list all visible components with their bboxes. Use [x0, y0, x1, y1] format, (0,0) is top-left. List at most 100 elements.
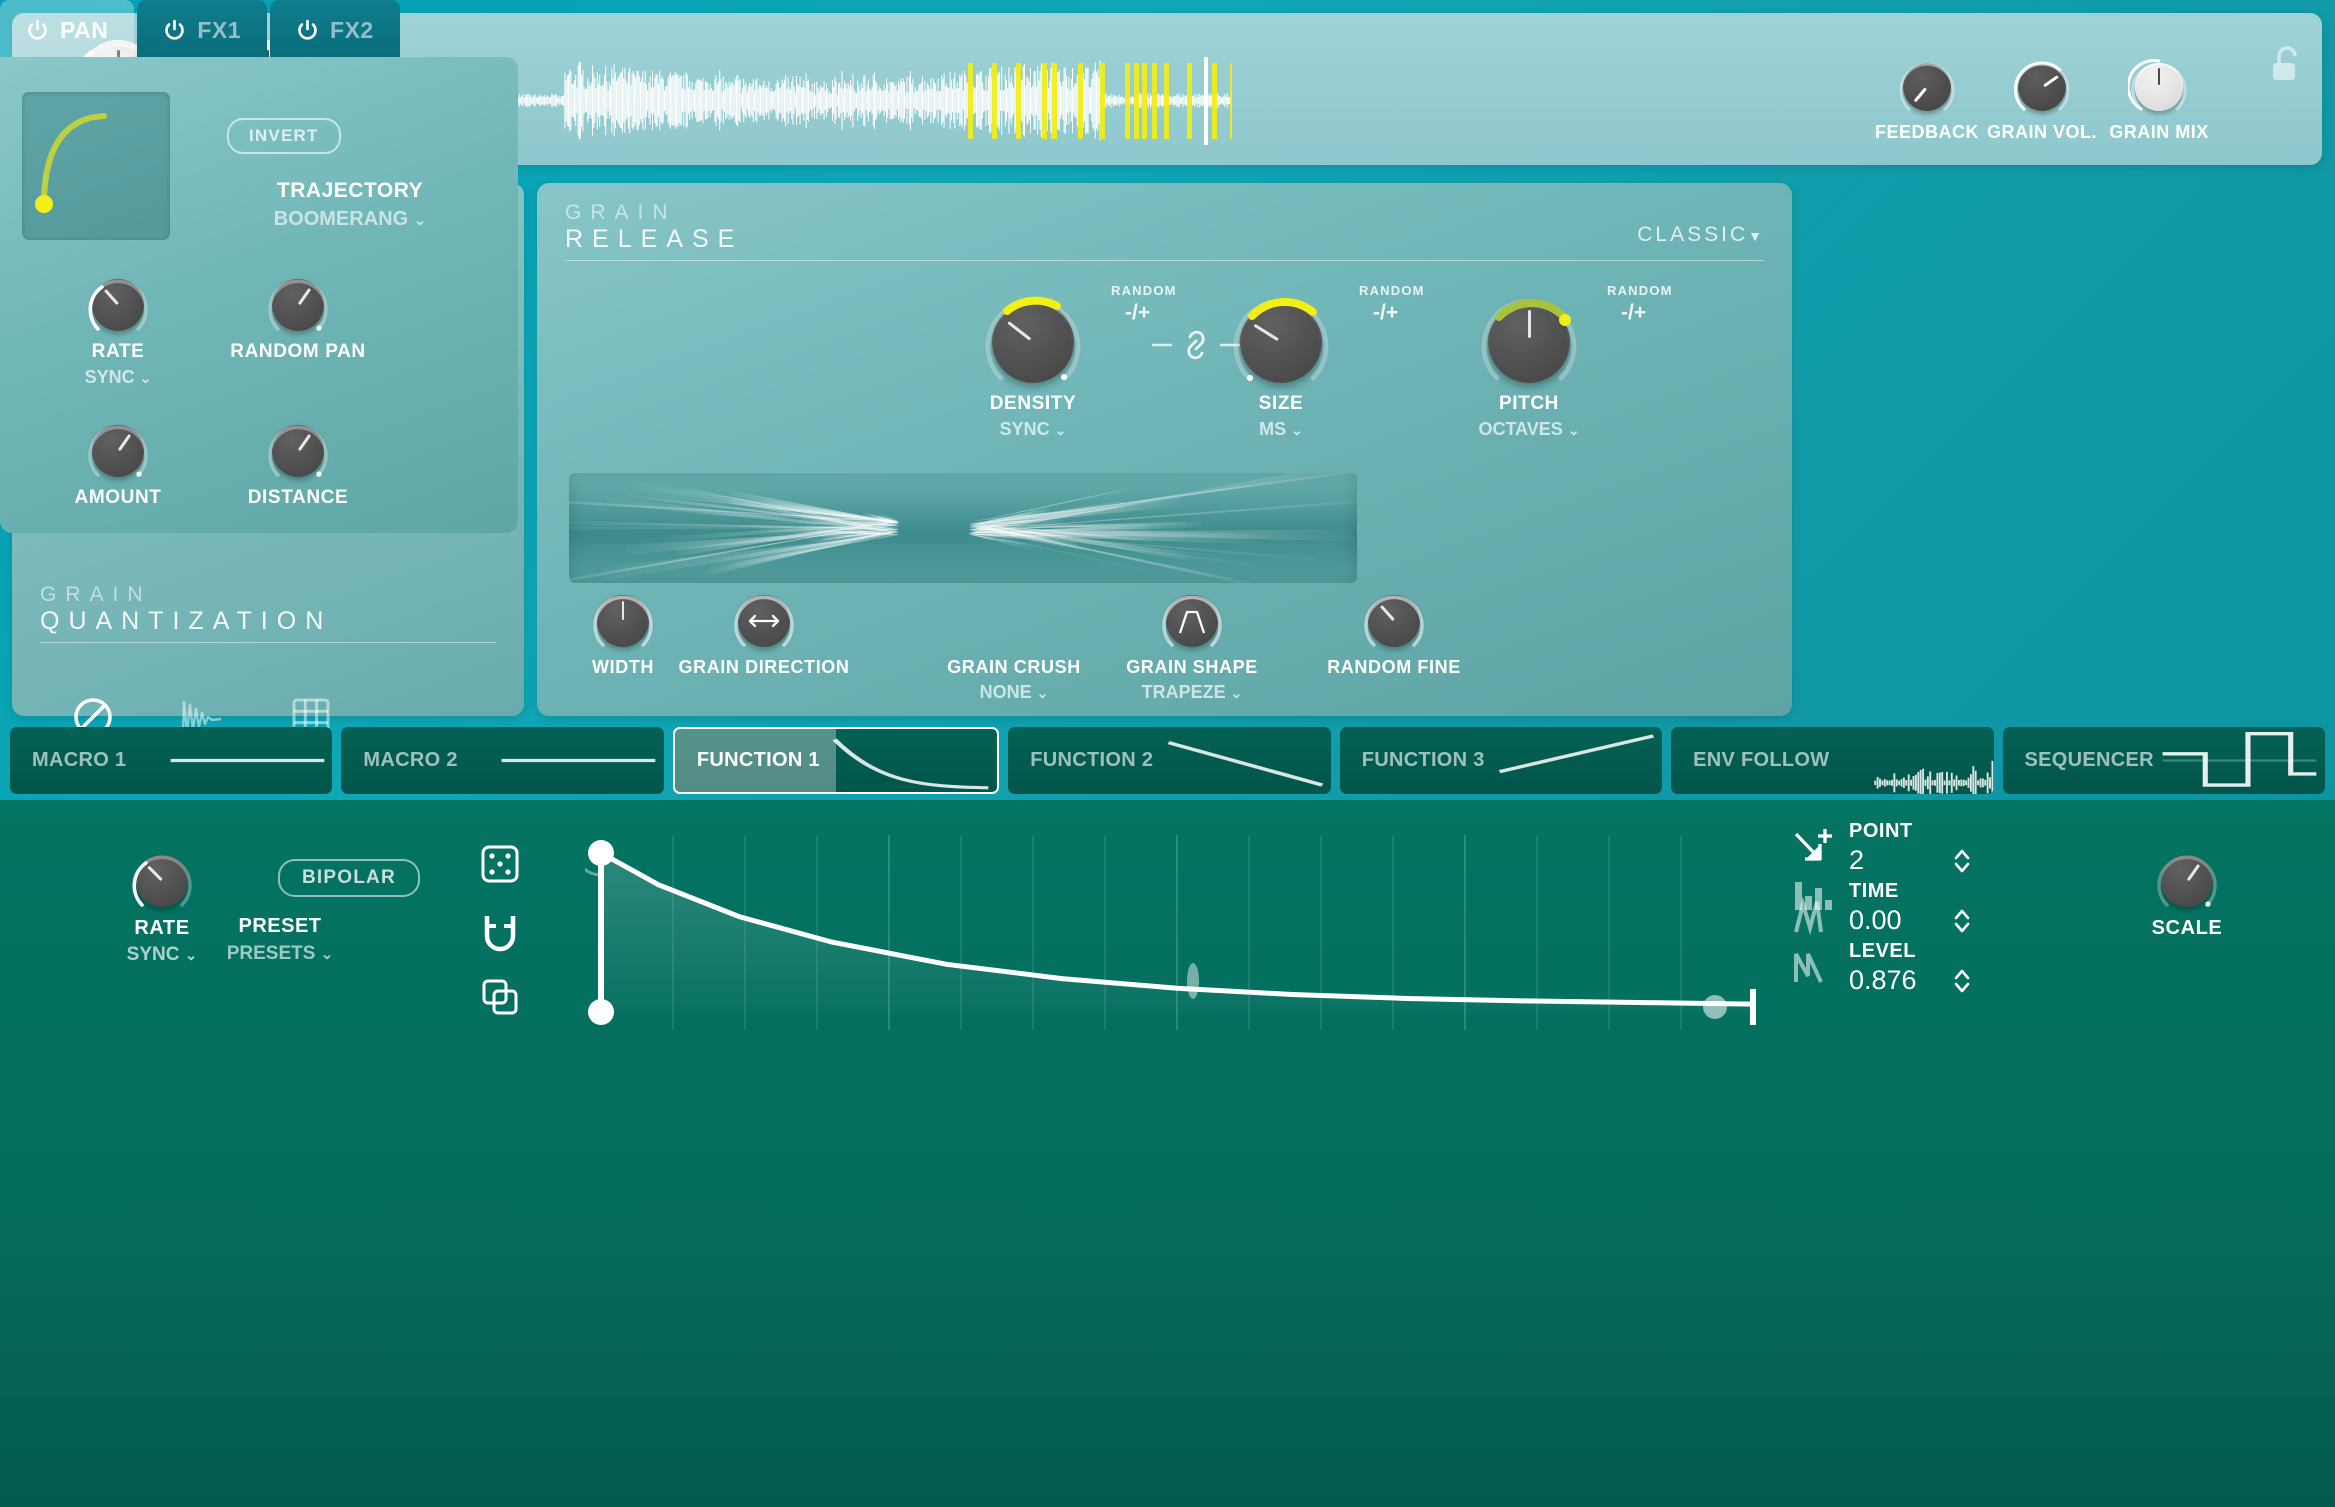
- trajectory-display[interactable]: [22, 92, 170, 240]
- trapeze-icon: [1177, 609, 1207, 635]
- mod-tab-macro-1[interactable]: MACRO 1: [10, 727, 332, 794]
- trajectory-dropdown[interactable]: BOOMERANG ⌄: [205, 208, 495, 231]
- scale-knob-dial[interactable]: [2161, 855, 2213, 907]
- size-unit-dropdown[interactable]: MS ⌄: [1225, 419, 1337, 440]
- pan-rate-unit-value: SYNC: [85, 367, 135, 387]
- magnet-icon[interactable]: [481, 912, 519, 952]
- function-rate-arc: [128, 847, 196, 915]
- pitch-unit-dropdown[interactable]: OCTAVES ⌄: [1473, 419, 1585, 440]
- function-rate-knob-dial[interactable]: [136, 855, 188, 907]
- random-fine-knob[interactable]: RANDOM FINE: [1279, 595, 1509, 678]
- function-editor: RATE SYNC ⌄ BIPOLAR PRESET PRESETS ⌄: [0, 800, 2335, 1507]
- tab-fx1-label: FX1: [197, 17, 241, 44]
- random-pan-knob-dial[interactable]: [272, 279, 324, 331]
- release-header-main: RELEASE: [565, 225, 1765, 254]
- dice-icon[interactable]: [481, 845, 519, 883]
- pan-distance-knob[interactable]: DISTANCE: [198, 425, 398, 509]
- grain-direction-knob-dial[interactable]: [738, 595, 790, 647]
- pitch-knob[interactable]: PITCH OCTAVES ⌄: [1473, 301, 1585, 440]
- feedback-arc: [1896, 56, 1958, 118]
- power-icon[interactable]: [296, 19, 319, 42]
- release-mode-dropdown[interactable]: CLASSIC▼: [1637, 223, 1765, 247]
- random-pan-knob[interactable]: RANDOM PAN: [198, 279, 398, 363]
- density-random-pm[interactable]: -/+: [1125, 301, 1150, 325]
- pitch-pointer: [1528, 310, 1531, 338]
- grain-shape-knob-dial[interactable]: [1166, 595, 1218, 647]
- mod-tab-function-1[interactable]: FUNCTION 1: [673, 727, 999, 794]
- time-value[interactable]: 0.00: [1849, 905, 1902, 936]
- time-label: TIME: [1849, 880, 1902, 903]
- grain-shape-knob[interactable]: GRAIN SHAPE TRAPEZE ⌄: [1077, 595, 1307, 703]
- preset-control[interactable]: PRESET PRESETS ⌄: [180, 915, 380, 965]
- preset-value: PRESETS: [227, 943, 316, 964]
- grain-mix-knob[interactable]: GRAIN MIX: [2099, 63, 2219, 143]
- preset-dropdown[interactable]: PRESETS ⌄: [180, 943, 380, 965]
- tab-fx2[interactable]: FX2: [270, 0, 400, 60]
- size-random-pm[interactable]: -/+: [1373, 301, 1398, 325]
- random-fine-knob-dial[interactable]: [1368, 595, 1420, 647]
- level-stepper[interactable]: [1952, 966, 1972, 996]
- mod-tab-function-2[interactable]: FUNCTION 2: [1008, 727, 1330, 794]
- random-fine-label: RANDOM FINE: [1279, 657, 1509, 678]
- density-knob[interactable]: DENSITY SYNC ⌄: [977, 301, 1089, 440]
- feedback-knob[interactable]: FEEDBACK: [1867, 63, 1987, 143]
- pan-panel-body: INVERT TRAJECTORY BOOMERANG ⌄ RATE SYNC …: [0, 57, 518, 533]
- zigzag-down-icon[interactable]: [1791, 946, 1839, 988]
- invert-button[interactable]: INVERT: [227, 118, 341, 154]
- pitch-knob-dial[interactable]: [1488, 301, 1570, 383]
- grain-visualization: [569, 473, 1357, 583]
- feedback-knob-dial[interactable]: [1903, 63, 1951, 111]
- zigzag-icon[interactable]: [1791, 896, 1839, 938]
- scale-arc: [2153, 847, 2221, 915]
- tab-fx1[interactable]: FX1: [137, 0, 267, 60]
- power-icon[interactable]: [26, 19, 49, 42]
- width-knob-dial[interactable]: [597, 595, 649, 647]
- grain-mix-knob-dial[interactable]: [2135, 63, 2183, 111]
- time-stepper[interactable]: [1952, 906, 1972, 936]
- grain-direction-knob[interactable]: GRAIN DIRECTION: [649, 595, 879, 678]
- level-value[interactable]: 0.876: [1849, 965, 1917, 996]
- density-unit-dropdown[interactable]: SYNC ⌄: [977, 419, 1089, 440]
- grain-shape-dropdown[interactable]: TRAPEZE ⌄: [1077, 682, 1307, 703]
- mod-tab-macro-2[interactable]: MACRO 2: [341, 727, 663, 794]
- pan-amount-knob[interactable]: AMOUNT: [48, 425, 188, 509]
- pan-rate-unit-dropdown[interactable]: SYNC ⌄: [48, 367, 188, 388]
- copy-icon[interactable]: [481, 978, 519, 1016]
- mod-tab-function-3[interactable]: FUNCTION 3: [1340, 727, 1662, 794]
- grain-quantization-header: GRAIN QUANTIZATION: [40, 583, 496, 643]
- function-curve-editor[interactable]: [585, 835, 1770, 1030]
- curve-point-end[interactable]: [1703, 995, 1727, 1019]
- mod-tab-sequencer[interactable]: SEQUENCER: [2003, 727, 2325, 794]
- curve-point-start[interactable]: [588, 840, 614, 866]
- level-readout: LEVEL 0.876: [1849, 940, 1917, 996]
- unlock-icon[interactable]: [2268, 43, 2306, 87]
- pan-distance-knob-dial[interactable]: [272, 425, 324, 477]
- pan-rate-knob[interactable]: RATE SYNC ⌄: [48, 279, 188, 388]
- trajectory-control[interactable]: TRAJECTORY BOOMERANG ⌄: [205, 179, 495, 231]
- pitch-random-pm[interactable]: -/+: [1621, 301, 1646, 325]
- curve-point-anchor[interactable]: [588, 999, 614, 1025]
- pan-rate-knob-dial[interactable]: [92, 279, 144, 331]
- quant-header-top: GRAIN: [40, 583, 496, 607]
- flat-line-thumb-icon: [493, 727, 664, 794]
- decay-curve-thumb-icon: [826, 729, 997, 792]
- bipolar-button[interactable]: BIPOLAR: [278, 859, 420, 897]
- size-knob[interactable]: SIZE MS ⌄: [1225, 301, 1337, 440]
- trajectory-label: TRAJECTORY: [205, 179, 495, 203]
- grain-volume-knob[interactable]: GRAIN VOL.: [1982, 63, 2102, 143]
- curve-tension-handle[interactable]: [1187, 963, 1199, 999]
- mod-tab-env-follow[interactable]: ENV FOLLOW: [1671, 727, 1993, 794]
- scale-knob[interactable]: SCALE: [2117, 855, 2257, 940]
- tab-pan[interactable]: PAN: [0, 0, 134, 60]
- grain-volume-knob-dial[interactable]: [2018, 63, 2066, 111]
- mod-tab-function-1-label: FUNCTION 1: [675, 749, 820, 772]
- density-random-label: RANDOM: [1111, 283, 1177, 298]
- pan-amount-knob-dial[interactable]: [92, 425, 144, 477]
- point-value[interactable]: 2: [1849, 845, 1913, 876]
- point-stepper[interactable]: [1952, 846, 1972, 876]
- mod-tab-macro-1-label: MACRO 1: [10, 749, 126, 772]
- density-knob-dial[interactable]: [992, 301, 1074, 383]
- size-knob-dial[interactable]: [1240, 301, 1322, 383]
- power-icon[interactable]: [163, 19, 186, 42]
- add-point-icon[interactable]: [1791, 826, 1839, 868]
